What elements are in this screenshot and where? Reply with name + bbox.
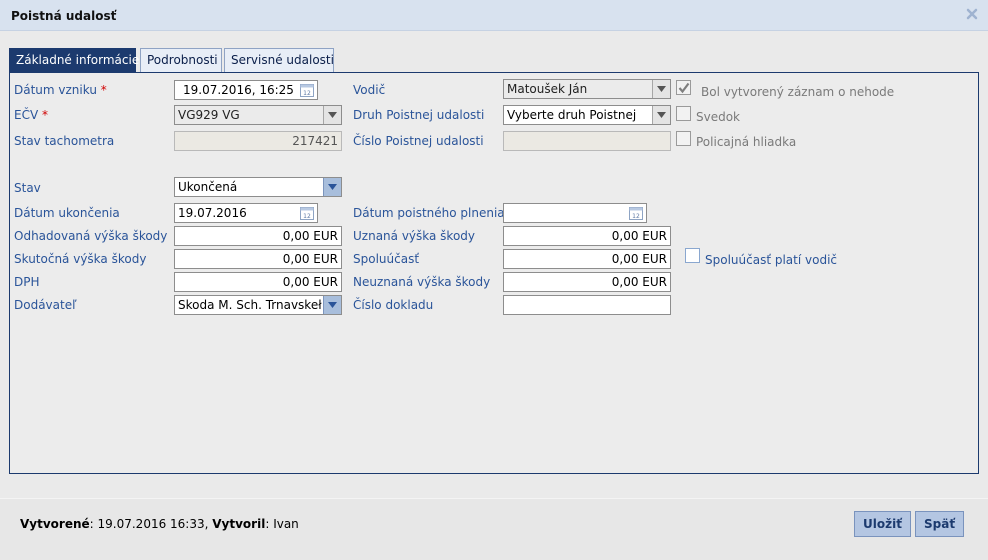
form-panel: Dátum vzniku * EČV * Stav tachometra Sta… xyxy=(9,72,979,474)
dodavatel-select[interactable]: Skoda M. Sch. Trnavskeł xyxy=(174,295,342,315)
chevron-down-icon[interactable] xyxy=(323,178,341,196)
chevron-down-icon[interactable] xyxy=(652,80,670,98)
ecv-value: VG929 VG xyxy=(178,108,240,122)
tab-zakladne-informacie[interactable]: Základné informácie xyxy=(9,48,139,72)
dph-label: DPH xyxy=(14,275,40,289)
svg-text:12: 12 xyxy=(303,90,311,97)
vodic-label: Vodič xyxy=(353,83,386,97)
created-by-value: Ivan xyxy=(273,517,299,531)
cislo-poistnej-udalosti-label: Číslo Poistnej udalosti xyxy=(353,134,484,148)
created-label: Vytvorené xyxy=(20,517,90,531)
checkmark-icon xyxy=(678,82,690,94)
calendar-icon[interactable]: 12 xyxy=(300,206,314,220)
svedok-checkbox[interactable] xyxy=(676,106,691,121)
cislo-poistnej-udalosti-field[interactable] xyxy=(503,131,671,151)
dph-field[interactable]: 0,00 EUR xyxy=(174,272,342,292)
dodavatel-label: Dodávateľ xyxy=(14,298,77,312)
odhadovana-vyska-skody-field[interactable]: 0,00 EUR xyxy=(174,226,342,246)
created-by-label: Vytvoril xyxy=(212,517,266,531)
spoluucast-field[interactable]: 0,00 EUR xyxy=(503,249,671,269)
stav-tachometra-label: Stav tachometra xyxy=(14,134,115,148)
bol-vytvoreny-zaznam-label: Bol vytvorený záznam o nehode xyxy=(701,85,895,99)
calendar-icon[interactable]: 12 xyxy=(629,206,643,220)
policajna-hliadka-checkbox[interactable] xyxy=(676,131,691,146)
back-button[interactable]: Späť xyxy=(915,511,965,537)
window-title: Poistná udalosť xyxy=(11,9,117,23)
stav-label: Stav xyxy=(14,181,41,195)
datum-vzniku-field[interactable]: 19.07.2016, 16:25 12 xyxy=(174,80,318,100)
policajna-hliadka-label: Policajná hliadka xyxy=(696,135,797,149)
stav-value: Ukončená xyxy=(178,180,238,194)
svg-text:12: 12 xyxy=(303,213,311,220)
datum-ukoncenia-label: Dátum ukončenia xyxy=(14,206,120,220)
created-info: Vytvorené: 19.07.2016 16:33, Vytvoril: I… xyxy=(20,517,299,531)
required-marker: * xyxy=(100,83,107,97)
vodic-value: Matoušek Ján xyxy=(507,82,588,96)
save-button[interactable]: Uložiť xyxy=(854,511,911,537)
datum-ukoncenia-value: 19.07.2016 xyxy=(178,206,247,220)
svedok-label: Svedok xyxy=(696,110,741,124)
ecv-select[interactable]: VG929 VG xyxy=(174,105,342,125)
datum-ukoncenia-field[interactable]: 19.07.2016 12 xyxy=(174,203,318,223)
required-marker: * xyxy=(42,108,48,122)
spoluucast-plati-vodic-label: Spoluúčasť platí vodič xyxy=(705,253,837,267)
vodic-select[interactable]: Matoušek Ján xyxy=(503,79,671,99)
chevron-down-icon[interactable] xyxy=(323,106,341,124)
datum-vzniku-value: 19.07.2016, 16:25 xyxy=(183,83,294,97)
cislo-dokladu-label: Číslo dokladu xyxy=(353,298,434,312)
svg-text:12: 12 xyxy=(632,213,640,220)
spoluucast-label: Spoluúčasť xyxy=(353,252,420,266)
dodavatel-value: Skoda M. Sch. Trnavskeł xyxy=(178,298,322,312)
druh-poistnej-udalosti-value: Vyberte druh Poistnej xyxy=(507,108,637,122)
footer: Vytvorené: 19.07.2016 16:33, Vytvoril: I… xyxy=(0,498,988,560)
calendar-icon[interactable]: 12 xyxy=(300,83,314,97)
skutocna-vyska-skody-field[interactable]: 0,00 EUR xyxy=(174,249,342,269)
neuznana-vyska-skody-field[interactable]: 0,00 EUR xyxy=(503,272,671,292)
chevron-down-icon[interactable] xyxy=(323,296,341,314)
datum-vzniku-label: Dátum vzniku * xyxy=(14,83,107,97)
druh-poistnej-udalosti-select[interactable]: Vyberte druh Poistnej xyxy=(503,105,671,125)
spoluucast-plati-vodic-checkbox[interactable] xyxy=(685,248,700,263)
window-titlebar: Poistná udalosť xyxy=(0,0,988,31)
bol-vytvoreny-zaznam-checkbox[interactable] xyxy=(676,80,691,95)
datum-poistneho-plnenia-field[interactable]: 12 xyxy=(503,203,647,223)
tab-servisne-udalosti[interactable]: Servisné udalosti xyxy=(224,48,334,72)
cislo-dokladu-field[interactable] xyxy=(503,295,671,315)
datum-poistneho-plnenia-label: Dátum poistného plnenia xyxy=(353,206,505,220)
chevron-down-icon[interactable] xyxy=(652,106,670,124)
created-value: 19.07.2016 16:33, xyxy=(97,517,209,531)
neuznana-vyska-skody-label: Neuznaná výška škody xyxy=(353,275,491,289)
uznana-vyska-skody-label: Uznaná výška škody xyxy=(353,229,476,243)
stav-select[interactable]: Ukončená xyxy=(174,177,342,197)
ecv-label: EČV * xyxy=(14,108,48,122)
odhadovana-vyska-skody-label: Odhadovaná výška škody xyxy=(14,229,168,243)
tab-podrobnosti[interactable]: Podrobnosti xyxy=(140,48,222,72)
stav-tachometra-field[interactable]: 217421 xyxy=(174,131,342,151)
skutocna-vyska-skody-label: Skutočná výška škody xyxy=(14,252,147,266)
druh-poistnej-udalosti-label: Druh Poistnej udalosti xyxy=(353,108,485,122)
uznana-vyska-skody-field[interactable]: 0,00 EUR xyxy=(503,226,671,246)
close-icon[interactable] xyxy=(966,8,978,20)
